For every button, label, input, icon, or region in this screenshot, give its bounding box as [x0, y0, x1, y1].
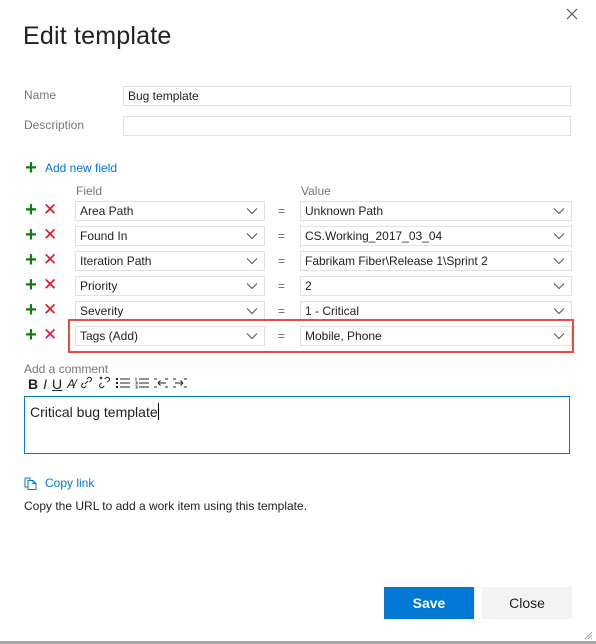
remove-row-button[interactable]: ✕: [43, 201, 57, 218]
value-dropdown-value: CS.Working_2017_03_04: [305, 229, 443, 243]
chevron-down-icon: [246, 258, 258, 265]
chevron-down-icon: [553, 208, 565, 215]
add-row-button[interactable]: +: [24, 200, 38, 220]
operator-label: =: [278, 279, 286, 293]
chevron-down-icon: [246, 308, 258, 315]
operator-label: =: [278, 304, 286, 318]
operator-label: =: [278, 204, 286, 218]
value-dropdown-value: 2: [305, 279, 312, 293]
comment-editor[interactable]: Critical bug template: [24, 396, 570, 454]
value-dropdown[interactable]: 1 - Critical: [300, 301, 572, 321]
remove-row-button[interactable]: ✕: [43, 276, 57, 293]
remove-row-button[interactable]: ✕: [43, 226, 57, 243]
add-row-button[interactable]: +: [24, 225, 38, 245]
description-input[interactable]: [123, 116, 571, 136]
add-new-field-button[interactable]: + Add new field: [24, 157, 118, 179]
value-dropdown[interactable]: 2: [300, 276, 572, 296]
close-dialog-button[interactable]: [562, 5, 582, 25]
field-dropdown-value: Area Path: [80, 204, 134, 218]
numbered-list-icon[interactable]: [135, 376, 150, 392]
field-dropdown[interactable]: Priority: [75, 276, 265, 296]
highlight-icon[interactable]: A̸: [67, 377, 75, 391]
add-row-button[interactable]: +: [24, 275, 38, 295]
bold-icon[interactable]: B: [28, 376, 38, 392]
field-dropdown[interactable]: Severity: [75, 301, 265, 321]
value-dropdown[interactable]: Unknown Path: [300, 201, 572, 221]
bulleted-list-icon[interactable]: [116, 376, 131, 392]
plus-icon: +: [25, 157, 37, 179]
field-dropdown[interactable]: Area Path: [75, 201, 265, 221]
field-dropdown-value: Iteration Path: [80, 254, 152, 268]
chevron-down-icon: [246, 208, 258, 215]
close-button[interactable]: Close: [482, 587, 572, 619]
decrease-indent-icon[interactable]: [154, 376, 169, 392]
chevron-down-icon: [553, 283, 565, 290]
value-dropdown-value: 1 - Critical: [305, 304, 360, 318]
highlight-box: [68, 319, 574, 353]
unlink-icon[interactable]: [98, 376, 111, 392]
comment-text: Critical bug template: [30, 404, 158, 420]
italic-icon[interactable]: I: [43, 376, 47, 392]
chevron-down-icon: [246, 233, 258, 240]
field-column-header: Field: [76, 184, 103, 198]
underline-icon[interactable]: U: [52, 376, 62, 392]
save-button[interactable]: Save: [384, 587, 474, 619]
link-icon[interactable]: [80, 376, 93, 392]
value-dropdown-value: Unknown Path: [305, 204, 384, 218]
remove-row-button[interactable]: ✕: [43, 251, 57, 268]
comment-label: Add a comment: [24, 362, 109, 376]
add-row-button[interactable]: +: [24, 300, 38, 320]
add-row-button[interactable]: +: [24, 325, 38, 345]
field-dropdown-value: Found In: [80, 229, 128, 243]
copy-link-description: Copy the URL to add a work item using th…: [24, 499, 308, 513]
name-input[interactable]: Bug template: [123, 86, 571, 106]
remove-row-button[interactable]: ✕: [43, 301, 57, 318]
description-label: Description: [24, 118, 85, 132]
value-dropdown[interactable]: CS.Working_2017_03_04: [300, 226, 572, 246]
field-dropdown[interactable]: Iteration Path: [75, 251, 265, 271]
operator-label: =: [278, 254, 286, 268]
field-dropdown-value: Priority: [80, 279, 118, 293]
text-cursor: [157, 403, 159, 420]
chevron-down-icon: [553, 308, 565, 315]
operator-label: =: [278, 229, 286, 243]
dialog-title: Edit template: [23, 22, 172, 50]
copy-icon: [24, 477, 37, 490]
value-dropdown[interactable]: Fabrikam Fiber\Release 1\Sprint 2: [300, 251, 572, 271]
increase-indent-icon[interactable]: [173, 376, 188, 392]
field-dropdown-value: Severity: [80, 304, 124, 318]
value-column-header: Value: [301, 184, 331, 198]
resize-grip-icon[interactable]: [583, 630, 593, 640]
chevron-down-icon: [553, 233, 565, 240]
add-new-field-label: Add new field: [45, 161, 118, 175]
field-dropdown[interactable]: Found In: [75, 226, 265, 246]
add-row-button[interactable]: +: [24, 250, 38, 270]
name-label: Name: [24, 88, 57, 102]
chevron-down-icon: [553, 258, 565, 265]
remove-row-button[interactable]: ✕: [43, 326, 57, 343]
copy-link-label: Copy link: [45, 476, 95, 490]
chevron-down-icon: [246, 283, 258, 290]
comment-toolbar: B I U A̸: [28, 375, 188, 393]
copy-link-button[interactable]: Copy link: [24, 476, 94, 490]
value-dropdown-value: Fabrikam Fiber\Release 1\Sprint 2: [305, 254, 488, 268]
close-icon: [566, 8, 578, 20]
